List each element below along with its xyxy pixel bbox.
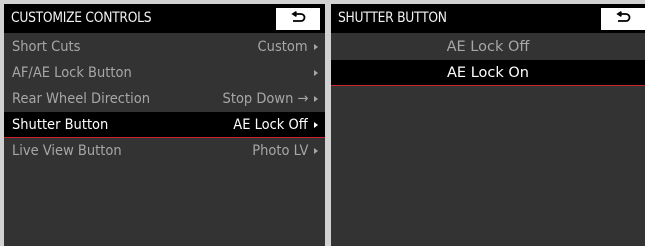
return-arrow-icon xyxy=(616,11,631,22)
menu-item-value: Custom xyxy=(257,39,308,55)
option-ae-lock-on[interactable]: AE Lock On xyxy=(331,60,645,86)
menu-item-label: Live View Button xyxy=(12,143,122,159)
option-label: AE Lock Off xyxy=(446,39,530,55)
menu-item-label: Rear Wheel Direction xyxy=(12,91,150,107)
chevron-right-icon xyxy=(314,148,318,154)
value-text: Stop Down xyxy=(222,91,293,107)
menu-item-label: AF/AE Lock Button xyxy=(12,65,132,81)
menu-item-rear-wheel-direction[interactable]: Rear Wheel Direction Stop Down → xyxy=(4,86,325,112)
menu-item-value: Photo LV xyxy=(251,143,308,159)
customize-controls-panel: CUSTOMIZE CONTROLS Short Cuts Custom AF/… xyxy=(4,4,325,246)
panel-header: SHUTTER BUTTON xyxy=(331,4,645,33)
menu-item-label: Shutter Button xyxy=(12,117,109,133)
option-label: AE Lock On xyxy=(447,65,529,81)
chevron-right-icon xyxy=(314,44,318,50)
back-button[interactable] xyxy=(601,8,645,30)
menu-item-value: AE Lock Off xyxy=(233,117,308,133)
menu-item-af-ae-lock-button[interactable]: AF/AE Lock Button xyxy=(4,60,325,86)
shutter-button-panel: SHUTTER BUTTON AE Lock Off AE Lock On xyxy=(331,4,645,246)
menu-item-label: Short Cuts xyxy=(12,39,81,55)
return-arrow-icon xyxy=(291,11,306,22)
chevron-right-icon xyxy=(314,70,318,76)
menu-item-value: Stop Down → xyxy=(222,90,308,108)
chevron-right-icon xyxy=(314,96,318,102)
right-arrow-icon: → xyxy=(297,91,308,107)
panel-title: CUSTOMIZE CONTROLS xyxy=(11,10,152,26)
chevron-right-icon xyxy=(314,122,318,128)
panel-header: CUSTOMIZE CONTROLS xyxy=(4,4,325,33)
option-ae-lock-off[interactable]: AE Lock Off xyxy=(331,34,645,60)
back-button[interactable] xyxy=(276,8,320,30)
menu-item-live-view-button[interactable]: Live View Button Photo LV xyxy=(4,138,325,164)
panel-title: SHUTTER BUTTON xyxy=(338,10,447,26)
menu-item-short-cuts[interactable]: Short Cuts Custom xyxy=(4,34,325,60)
menu-item-shutter-button[interactable]: Shutter Button AE Lock Off xyxy=(4,112,325,138)
